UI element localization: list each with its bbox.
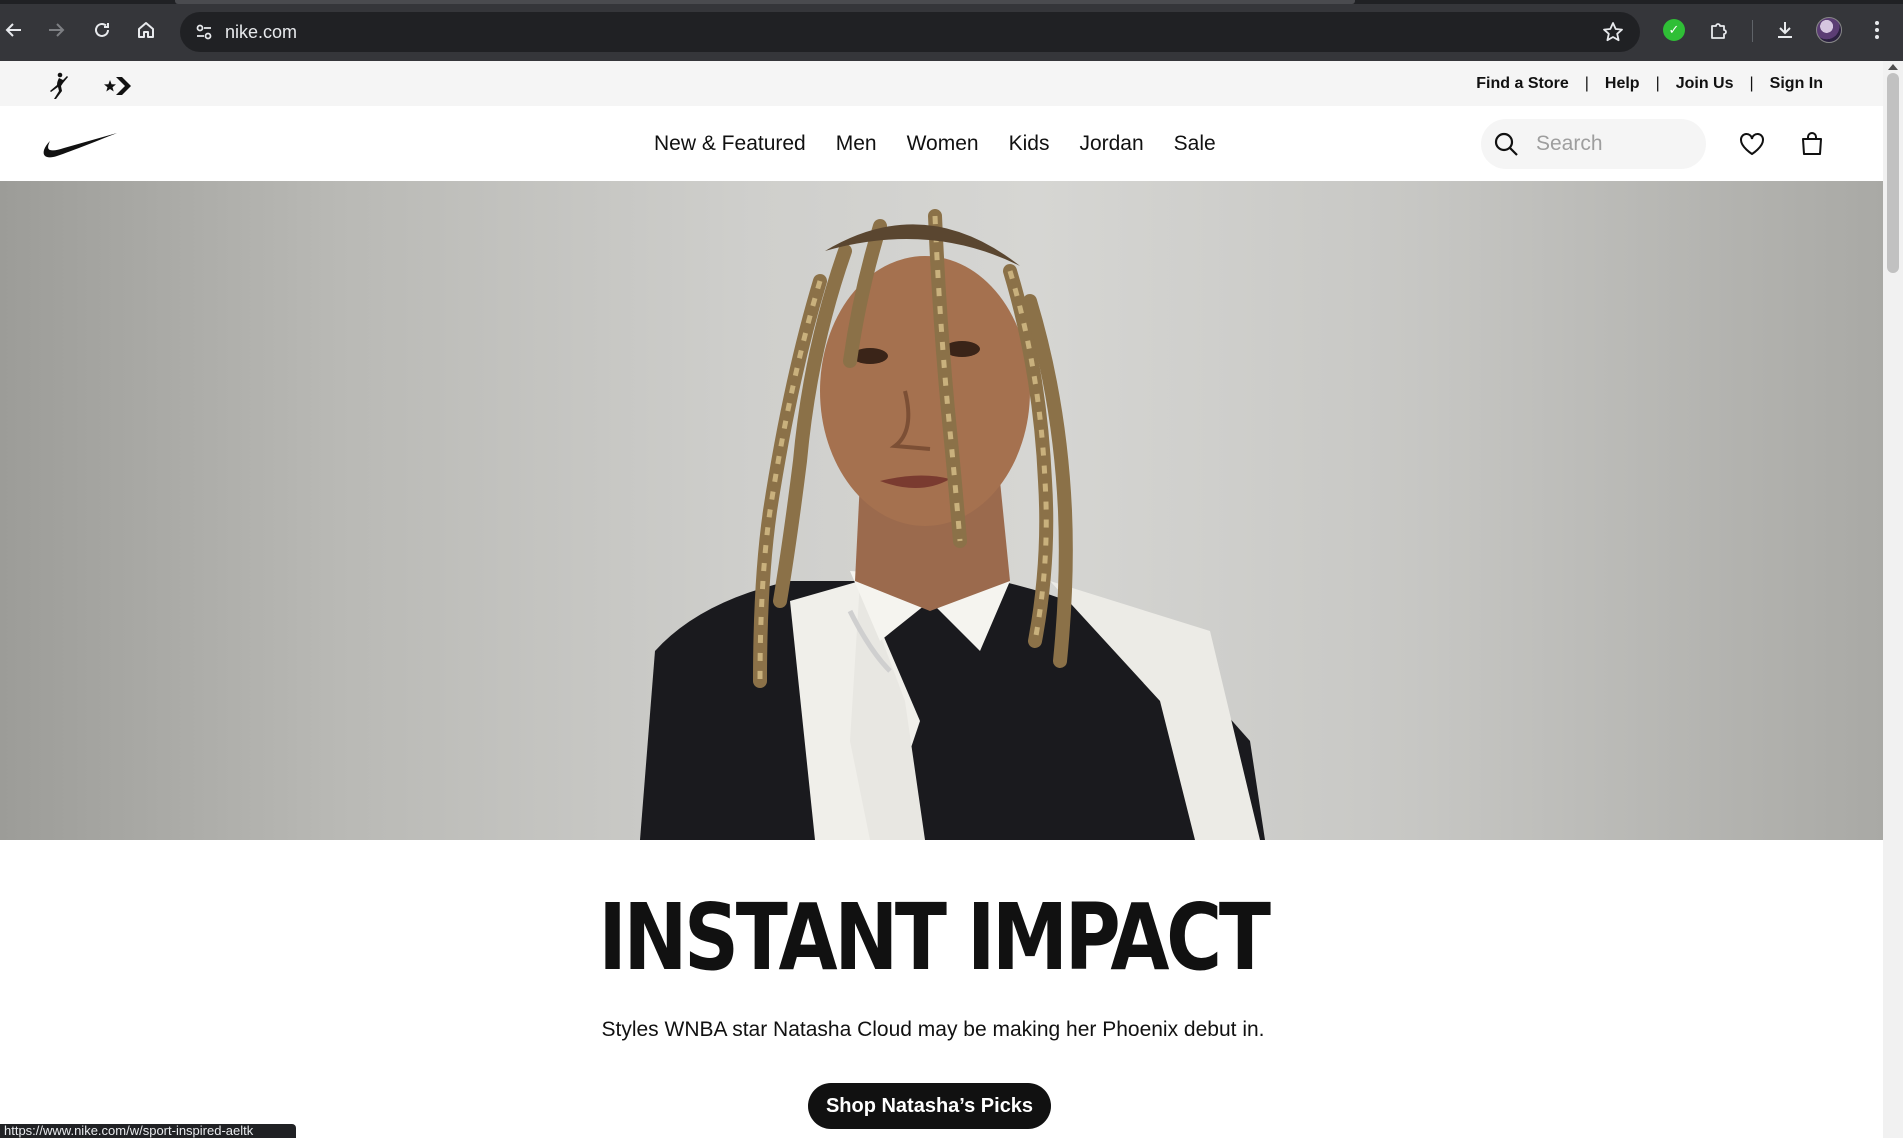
nav-item-new-featured[interactable]: New & Featured (654, 132, 806, 156)
profile-button[interactable] (1816, 17, 1842, 43)
primary-nav-links: New & Featured Men Women Kids Jordan Sal… (654, 106, 1216, 181)
address-bar[interactable]: nike.com (180, 12, 1640, 52)
downloads-button[interactable] (1772, 17, 1798, 43)
extension-button[interactable]: ✓ (1661, 17, 1687, 43)
shop-picks-button[interactable]: Shop Natasha’s Picks (808, 1083, 1051, 1129)
url-text[interactable]: nike.com (225, 22, 297, 42)
hero-description: Styles WNBA star Natasha Cloud may be ma… (601, 1018, 1265, 1041)
home-button[interactable] (132, 16, 160, 44)
nav-item-women[interactable]: Women (907, 132, 979, 156)
thumbs-up-extension-icon: ✓ (1663, 19, 1685, 41)
page-title: INSTANT IMPACT (598, 884, 1271, 991)
chrome-menu-button[interactable] (1864, 17, 1890, 43)
nav-item-sale[interactable]: Sale (1174, 132, 1216, 156)
nav-item-jordan[interactable]: Jordan (1079, 132, 1143, 156)
page-scrollbar[interactable] (1883, 61, 1903, 1138)
utility-separator: | (1584, 74, 1589, 92)
scroll-up-arrow-icon[interactable] (1888, 64, 1898, 70)
forward-button[interactable] (42, 16, 70, 44)
more-vertical-icon (1875, 21, 1879, 39)
favorites-heart-icon[interactable] (1737, 129, 1767, 159)
nike-swoosh-logo[interactable] (42, 130, 118, 160)
converse-star-chevron-icon[interactable] (102, 71, 132, 101)
utility-links: Find a Store | Help | Join Us | Sign In (1476, 61, 1823, 106)
toolbar-divider (1752, 20, 1753, 42)
arrow-left-icon (5, 23, 21, 37)
hero-portrait-illustration (640, 209, 1265, 840)
avatar (1816, 17, 1842, 43)
nav-item-men[interactable]: Men (836, 132, 877, 156)
browser-toolbar: nike.com ✓ (0, 0, 1903, 61)
jordan-jumpman-icon[interactable] (44, 71, 74, 101)
find-a-store-link[interactable]: Find a Store (1476, 75, 1568, 93)
shopping-bag-icon[interactable] (1797, 129, 1827, 159)
reload-icon (95, 22, 109, 37)
join-us-link[interactable]: Join Us (1676, 75, 1734, 93)
scrollbar-thumb[interactable] (1887, 73, 1899, 273)
sign-in-link[interactable]: Sign In (1770, 75, 1823, 93)
puzzle-icon (1711, 23, 1727, 39)
search-box[interactable] (1481, 119, 1706, 169)
home-icon (138, 22, 154, 38)
arrow-right-icon (49, 23, 65, 37)
help-link[interactable]: Help (1605, 75, 1640, 93)
active-tab[interactable] (175, 0, 1355, 4)
search-input[interactable] (1536, 119, 1696, 169)
site-settings-icon[interactable] (194, 22, 214, 42)
download-icon (1778, 22, 1792, 38)
nav-item-kids[interactable]: Kids (1009, 132, 1050, 156)
bookmark-star-icon[interactable] (1602, 21, 1624, 43)
main-navigation: New & Featured Men Women Kids Jordan Sal… (0, 106, 1883, 181)
utility-bar: Find a Store | Help | Join Us | Sign In (0, 61, 1883, 106)
back-button[interactable] (0, 16, 28, 44)
extensions-button[interactable] (1706, 17, 1732, 43)
utility-separator: | (1749, 74, 1754, 92)
link-status-tooltip: https://www.nike.com/w/sport-inspired-ae… (0, 1124, 296, 1138)
hero-image[interactable] (0, 181, 1883, 840)
reload-button[interactable] (88, 16, 116, 44)
tab-strip (0, 0, 1903, 4)
utility-separator: | (1655, 74, 1660, 92)
search-icon[interactable] (1493, 131, 1519, 157)
